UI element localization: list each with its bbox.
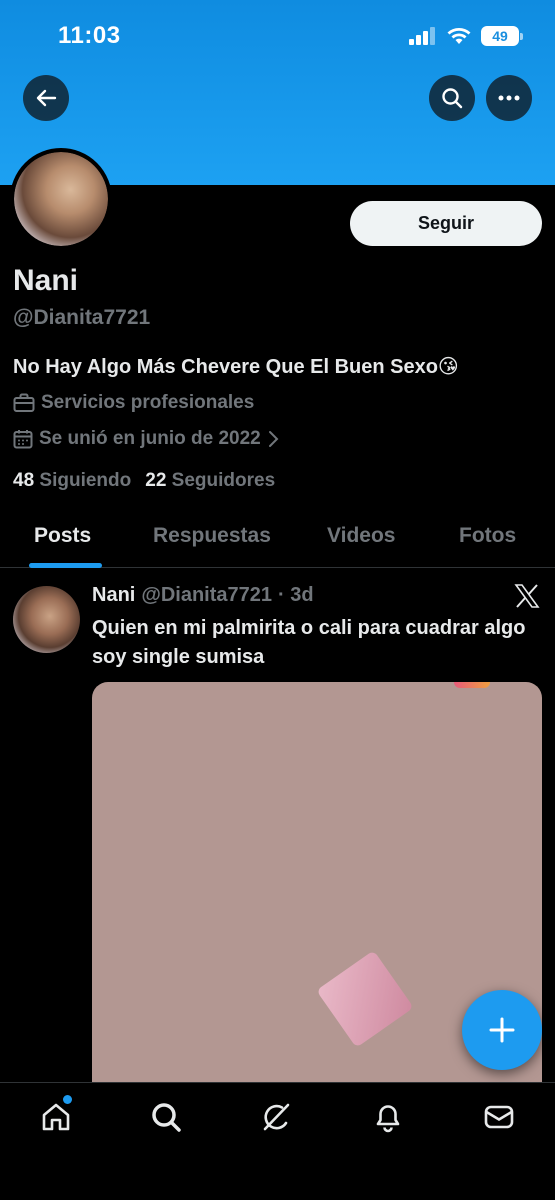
status-icons: 49 bbox=[409, 26, 523, 46]
compose-button[interactable] bbox=[462, 990, 542, 1070]
more-icon bbox=[498, 95, 520, 101]
nav-grok[interactable] bbox=[256, 1097, 296, 1137]
profile-handle: @Dianita7721 bbox=[13, 306, 151, 329]
followers-count: 22 bbox=[145, 470, 167, 491]
bottom-nav bbox=[0, 1082, 555, 1200]
post-author-name[interactable]: Nani bbox=[92, 584, 135, 607]
more-button[interactable] bbox=[486, 75, 532, 121]
media-sticker bbox=[316, 950, 414, 1048]
tab-posts[interactable]: Posts bbox=[34, 524, 91, 548]
category-label: Servicios profesionales bbox=[41, 392, 255, 413]
status-time: 11:03 bbox=[58, 22, 121, 49]
active-tab-indicator bbox=[29, 563, 102, 568]
nav-search[interactable] bbox=[146, 1097, 186, 1137]
profile-tabs: Posts Respuestas Videos Fotos bbox=[0, 510, 555, 568]
join-date[interactable]: Se unió en junio de 2022 bbox=[13, 428, 279, 450]
post-text: Quien en mi palmirita o cali para cuadra… bbox=[92, 617, 526, 668]
join-date-label: Se unió en junio de 2022 bbox=[39, 428, 261, 449]
battery-indicator: 49 bbox=[481, 26, 523, 46]
tab-fotos[interactable]: Fotos bbox=[459, 524, 516, 548]
post-time: · 3d bbox=[278, 584, 314, 606]
x-logo-icon bbox=[514, 584, 540, 608]
nav-notifications[interactable] bbox=[368, 1097, 408, 1137]
search-icon bbox=[152, 1103, 181, 1132]
professional-category: Servicios profesionales bbox=[13, 392, 254, 414]
followers-label: Seguidores bbox=[171, 470, 276, 491]
post-author-handle[interactable]: @Dianita7721 bbox=[141, 584, 272, 607]
follow-button[interactable]: Seguir bbox=[350, 201, 542, 246]
following-count: 48 bbox=[13, 470, 35, 491]
followers-link[interactable]: 22 Seguidores bbox=[145, 470, 275, 492]
notifications-icon bbox=[376, 1105, 400, 1133]
home-icon bbox=[42, 1103, 70, 1131]
following-label: Siguiendo bbox=[39, 470, 132, 491]
back-button[interactable] bbox=[23, 75, 69, 121]
nav-messages[interactable] bbox=[479, 1097, 519, 1137]
tab-videos[interactable]: Videos bbox=[327, 524, 395, 548]
calendar-icon bbox=[13, 430, 33, 449]
wifi-icon bbox=[447, 28, 471, 44]
tab-respuestas[interactable]: Respuestas bbox=[153, 524, 271, 548]
follow-stats: 48 Siguiendo 22 Seguidores bbox=[13, 470, 275, 492]
post-avatar[interactable] bbox=[13, 586, 80, 653]
briefcase-icon bbox=[13, 393, 35, 412]
profile-bio: No Hay Algo Más Chevere Que El Buen Sexo… bbox=[13, 356, 459, 378]
chevron-right-icon bbox=[268, 431, 279, 447]
following-link[interactable]: 48 Siguiendo bbox=[13, 470, 131, 492]
media-sticker bbox=[454, 682, 490, 688]
plus-icon bbox=[489, 1017, 515, 1043]
display-name: Nani bbox=[13, 264, 79, 297]
signal-icon bbox=[409, 27, 435, 45]
profile-photo bbox=[14, 152, 108, 246]
search-icon bbox=[442, 88, 463, 109]
status-bar: 11:03 49 bbox=[0, 0, 555, 72]
notification-dot bbox=[63, 1095, 72, 1104]
search-button[interactable] bbox=[429, 75, 475, 121]
post-header: Nani @Dianita7721 · 3d bbox=[92, 584, 314, 607]
profile-avatar[interactable] bbox=[10, 148, 112, 250]
back-arrow-icon bbox=[36, 89, 57, 107]
messages-icon bbox=[484, 1105, 514, 1129]
grok-icon bbox=[263, 1103, 290, 1131]
